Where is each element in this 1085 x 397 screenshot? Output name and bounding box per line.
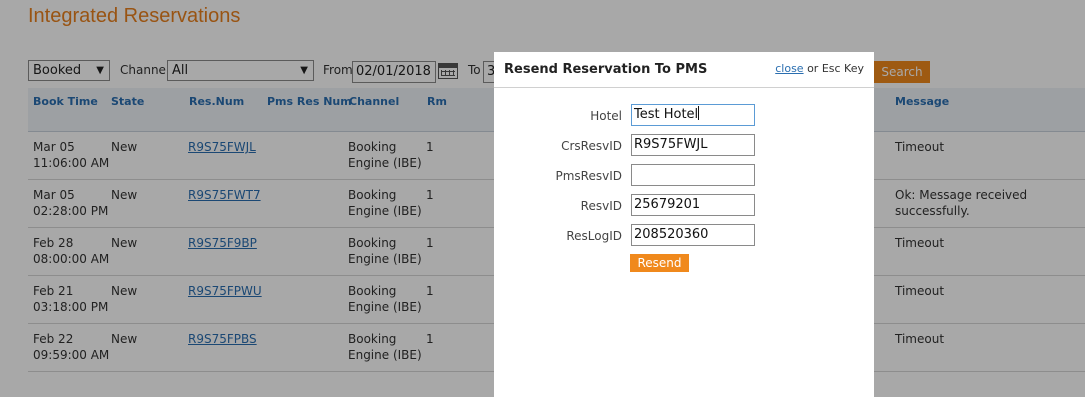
close-link[interactable]: close — [775, 62, 803, 75]
modal-title: Resend Reservation To PMS — [504, 62, 708, 77]
hotel-label: Hotel — [590, 109, 622, 123]
res-log-id-label: ResLogID — [566, 229, 622, 243]
page: Integrated Reservations Booked ▼ Channel… — [0, 0, 1085, 397]
resend-modal: Resend Reservation To PMS close or Esc K… — [494, 52, 874, 397]
resv-id-label: ResvID — [580, 199, 622, 213]
hotel-input-value: Test Hotel — [634, 107, 699, 122]
hotel-input[interactable]: Test Hotel — [631, 104, 755, 126]
text-caret — [698, 106, 700, 120]
crs-resv-id-input[interactable]: R9S75FWJL — [631, 134, 755, 156]
modal-header: Resend Reservation To PMS close or Esc K… — [494, 52, 874, 88]
close-hint: or Esc Key — [803, 62, 864, 75]
pms-resv-id-input[interactable] — [631, 164, 755, 186]
modal-close-area: close or Esc Key — [775, 62, 864, 75]
pms-resv-id-label: PmsResvID — [555, 169, 623, 183]
res-log-id-input[interactable]: 208520360 — [631, 224, 755, 246]
resv-id-input[interactable]: 25679201 — [631, 194, 755, 216]
resend-button[interactable]: Resend — [630, 254, 689, 272]
crs-resv-id-label: CrsResvID — [561, 139, 622, 153]
